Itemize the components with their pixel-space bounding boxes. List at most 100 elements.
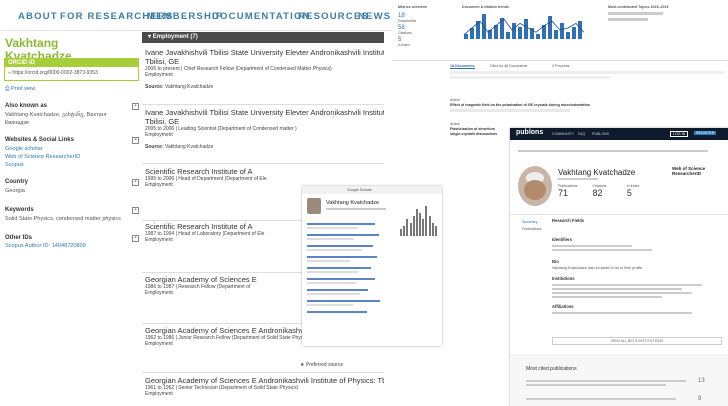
tab-documents[interactable]: 18 Documents bbox=[450, 64, 475, 69]
nav-news[interactable]: NEWS bbox=[358, 11, 391, 22]
employment-entry: Georgian Academy of Sciences E Andronika… bbox=[142, 376, 384, 406]
stat-value: 82 bbox=[592, 188, 603, 198]
research-fields-label: Research Fields bbox=[552, 218, 585, 223]
citations-per-year-chart bbox=[400, 206, 438, 236]
profile-summary: Research Fields Identifiers Bio Vakhtang… bbox=[552, 218, 722, 333]
expand-icon[interactable]: + bbox=[132, 207, 139, 214]
text-line bbox=[558, 178, 598, 180]
expand-icon[interactable]: + bbox=[132, 235, 139, 242]
print-view-link[interactable]: ⎙ Print view bbox=[5, 86, 35, 93]
citation-bar bbox=[403, 226, 406, 236]
doc-title[interactable]: Plasticization of strontium bbox=[450, 127, 495, 131]
stats-row: Publications 71 Citations 82 H-index 5 bbox=[558, 184, 668, 202]
nav-about[interactable]: ABOUT bbox=[18, 11, 58, 22]
citation-bar bbox=[406, 219, 409, 236]
link-scopus[interactable]: Scopus bbox=[5, 162, 24, 169]
breadcrumb bbox=[518, 150, 708, 152]
most-cited-label: Most cited publications bbox=[526, 366, 577, 372]
citation-bar bbox=[422, 219, 425, 236]
identifiers-label: Identifiers bbox=[552, 237, 573, 242]
citation-count: 9 bbox=[698, 396, 702, 402]
citation-bar bbox=[431, 222, 434, 236]
scholar-name: Vakhtang Kvatchadze bbox=[326, 200, 380, 206]
websites-label: Websites & Social Links bbox=[5, 137, 74, 143]
text-line bbox=[450, 76, 610, 79]
stat-value: 5 bbox=[626, 188, 632, 198]
citation-bar bbox=[425, 206, 428, 236]
orcid-id-box: ORCID iD ● https://orcid.org/0000-0002-3… bbox=[4, 58, 139, 81]
entry-title: Scientific Research Institute of A bbox=[145, 167, 253, 176]
avatar bbox=[307, 198, 321, 214]
menu-faq[interactable]: FAQ bbox=[578, 132, 585, 136]
metric-label: h-index bbox=[398, 43, 410, 47]
publons-name: Vakhtang Kvatchadze bbox=[558, 168, 636, 177]
link-google-scholar[interactable]: Google scholar bbox=[5, 146, 43, 153]
expand-icon[interactable]: + bbox=[132, 179, 139, 186]
topics-label: Most contributed Topics 2015–2019 bbox=[608, 5, 669, 9]
other-ids-label: Other IDs bbox=[5, 235, 33, 241]
doc-title[interactable]: Effect of magnetic field on the polariza… bbox=[450, 103, 590, 107]
citation-bar bbox=[409, 222, 412, 236]
citation-bar bbox=[400, 229, 403, 236]
publons-pane: publons COMMUNITY FAQ PUBLONS LOG IN REG… bbox=[510, 128, 728, 406]
metrics-list: 18 Documents 58 Citations 5 h-index bbox=[398, 13, 458, 47]
nav-publications[interactable]: Publications bbox=[522, 227, 541, 231]
nav-summary[interactable]: Summary bbox=[522, 220, 537, 224]
affiliations-label: Affiliations bbox=[552, 304, 574, 309]
publons-logo[interactable]: publons bbox=[516, 129, 543, 136]
scholar-publication-list bbox=[307, 219, 392, 329]
preferred-source: ★ Preferred source bbox=[300, 362, 344, 368]
text-line bbox=[450, 109, 570, 112]
printer-icon: ⎙ bbox=[5, 86, 10, 92]
employment-header[interactable]: ▾ Employment (7) bbox=[142, 32, 384, 43]
most-cited-section: Most cited publications 13 9 bbox=[510, 354, 728, 406]
metric-label: Citations bbox=[398, 31, 412, 35]
employment-entry: Ivane Javakhishvili Tbilisi State Univer… bbox=[142, 108, 384, 164]
entry-location: Tbilisi, GE bbox=[145, 57, 180, 66]
doc-type: Article bbox=[450, 98, 460, 102]
citation-bar bbox=[419, 212, 422, 236]
doc-trends-label: Document & citation trends bbox=[462, 5, 509, 9]
avatar bbox=[518, 166, 552, 206]
keywords-value: Solid State Physics, condensed matter ph… bbox=[5, 216, 121, 222]
expand-icon[interactable]: + bbox=[132, 137, 139, 144]
citation-bar bbox=[412, 216, 415, 236]
entry-title: Ivane Javakhishvili Tbilisi State Univer… bbox=[145, 48, 384, 57]
text-line bbox=[326, 208, 386, 210]
orcid-url[interactable]: ● https://orcid.org/0000-0002-3873-9353 bbox=[5, 67, 138, 79]
login-button[interactable]: LOG IN bbox=[670, 131, 689, 137]
entry-location: Tbilisi, GE bbox=[145, 117, 180, 126]
institutions-label: Institutions bbox=[552, 276, 575, 281]
link-web-of-science[interactable]: Web of Science ResearcherID bbox=[5, 154, 80, 161]
also-known-as-label: Also known as bbox=[5, 103, 48, 109]
expand-icon[interactable]: + bbox=[132, 103, 139, 110]
text-line bbox=[450, 71, 725, 74]
entry-type: Employment bbox=[145, 132, 173, 138]
citation-bar bbox=[428, 216, 431, 236]
country-value: Georgia bbox=[5, 188, 25, 194]
also-known-as-line2: Квачадзе bbox=[5, 120, 30, 126]
bio-label: Bio bbox=[552, 259, 559, 264]
chevron-down-icon: ▾ bbox=[148, 34, 152, 40]
scholar-top-bar: Google Scholar bbox=[302, 186, 442, 194]
register-button[interactable]: REGISTER bbox=[694, 131, 717, 135]
view-all-bio-button[interactable]: VIEW ALL BIO & INSTITUTIONS bbox=[552, 337, 722, 345]
menu-publons[interactable]: PUBLONS bbox=[592, 132, 609, 136]
entry-type: Employment bbox=[145, 391, 173, 397]
entry-title: Georgian Academy of Sciences E Andronika… bbox=[145, 376, 384, 385]
nav-documentation[interactable]: DOCUMENTATION bbox=[212, 11, 311, 22]
divider bbox=[510, 214, 728, 215]
metrics-label: Metrics overview bbox=[398, 5, 427, 9]
orcid-label: ORCID iD bbox=[5, 59, 138, 67]
publons-topbar: publons COMMUNITY FAQ PUBLONS LOG IN REG… bbox=[510, 128, 728, 140]
stat-value: 71 bbox=[558, 188, 569, 198]
tab-cited-by[interactable]: Cited by 48 Documents bbox=[490, 64, 527, 68]
citation-bar bbox=[415, 209, 418, 236]
employment-entry: Ivane Javakhishvili Tbilisi State Univer… bbox=[142, 48, 384, 105]
doc-title[interactable]: single-crystals dislocations bbox=[450, 132, 497, 136]
country-label: Country bbox=[5, 179, 28, 185]
menu-community[interactable]: COMMUNITY bbox=[552, 132, 574, 136]
scopus-profile-pane: Metrics overview 18 Documents 58 Citatio… bbox=[392, 0, 728, 140]
tab-preprints[interactable]: 0 Preprints bbox=[552, 64, 569, 68]
scopus-author-id[interactable]: Scopus Author ID: 14048720800 bbox=[5, 243, 86, 250]
